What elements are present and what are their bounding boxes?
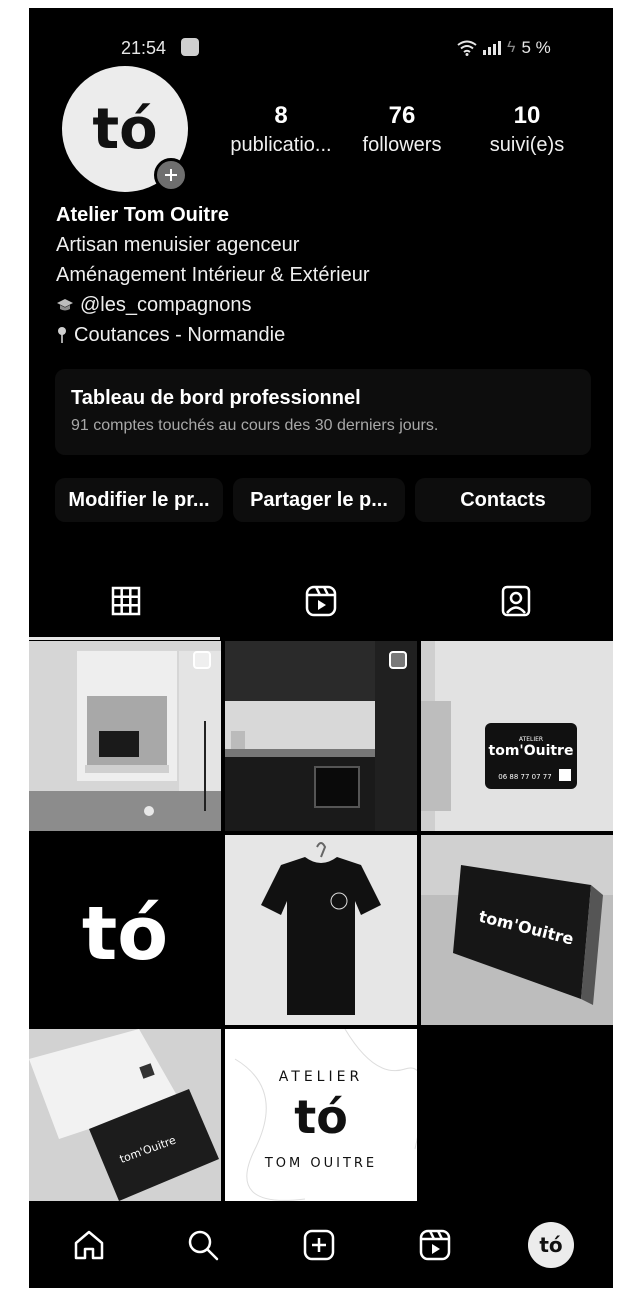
share-profile-button[interactable]: Partager le p...	[233, 478, 405, 522]
home-icon	[74, 1230, 104, 1260]
profile-name: Atelier Tom Ouitre	[56, 204, 229, 226]
multi-post-icon	[389, 651, 407, 669]
reels-icon	[305, 585, 337, 617]
graduation-cap-icon	[57, 299, 73, 311]
stat-following[interactable]: 10 suivi(e)s	[482, 101, 572, 159]
nav-profile[interactable]: tó	[527, 1221, 575, 1269]
stat-followers-count: 76	[388, 102, 416, 129]
search-icon	[188, 1230, 219, 1261]
stamp-logo-image: tó ATELIER TOM OUITRE	[225, 1029, 417, 1201]
profile-avatar-small: tó	[528, 1222, 574, 1268]
svg-text:tó: tó	[82, 891, 168, 977]
nav-search[interactable]	[179, 1221, 227, 1269]
active-tab-indicator	[29, 637, 220, 640]
bio-line-3: @les_compagnons	[56, 290, 596, 320]
charging-icon: ϟ	[507, 39, 516, 56]
contacts-button[interactable]: Contacts	[415, 478, 591, 522]
tshirt-image	[225, 835, 417, 1025]
add-story-icon[interactable]	[154, 158, 188, 192]
stat-posts-count: 8	[274, 102, 288, 129]
post-tshirt[interactable]	[225, 835, 417, 1025]
bio-line-1: Artisan menuisier agenceur	[56, 234, 300, 256]
multi-post-icon	[193, 651, 211, 669]
business-cards-image: tom'Ouitre	[29, 1029, 221, 1201]
signal-icon	[483, 41, 501, 55]
posts-grid: ATELIER tom'Ouitre 06 88 77 07 77 tó tom…	[29, 641, 613, 1201]
bottom-navigation: tó	[29, 1201, 613, 1288]
professional-dashboard[interactable]: Tableau de bord professionnel 91 comptes…	[55, 369, 591, 455]
svg-text:TOM OUITRE: TOM OUITRE	[264, 1156, 377, 1171]
profile-tabs	[29, 560, 613, 642]
van-image: ATELIER tom'Ouitre 06 88 77 07 77	[421, 641, 613, 831]
svg-text:tó: tó	[92, 97, 157, 162]
brand-logo: tó	[539, 1233, 562, 1257]
dashboard-title: Tableau de bord professionnel	[71, 387, 361, 409]
svg-text:06 88 77 07 77: 06 88 77 07 77	[498, 773, 551, 781]
tab-posts-grid[interactable]	[29, 560, 223, 642]
battery-level: 5 %	[521, 38, 551, 57]
notification-icon	[181, 38, 199, 56]
living-room-image	[29, 641, 221, 831]
svg-text:tó: tó	[294, 1090, 348, 1144]
svg-text:tom'Ouitre: tom'Ouitre	[489, 743, 574, 759]
reels-icon	[419, 1229, 451, 1261]
bio-line-4: Coutances - Normandie	[56, 320, 596, 350]
dashboard-subtitle: 91 comptes touchés au cours des 30 derni…	[71, 417, 439, 434]
status-time: 21:54	[121, 38, 167, 58]
wall-sign-image: tom'Ouitre	[421, 835, 613, 1025]
instagram-profile-screen: 21:54 ϟ 5 % tó 8 publicatio... 76 follow…	[29, 8, 613, 1288]
post-business-cards[interactable]: tom'Ouitre	[29, 1029, 221, 1219]
post-van[interactable]: ATELIER tom'Ouitre 06 88 77 07 77	[421, 641, 613, 831]
nav-home[interactable]	[65, 1221, 113, 1269]
tab-reels[interactable]	[224, 560, 418, 642]
location-pin-icon	[58, 327, 66, 343]
svg-text:tó: tó	[539, 1233, 562, 1257]
grid-icon	[111, 586, 141, 616]
tagged-icon	[501, 585, 531, 617]
post-stamp-logo[interactable]: tó ATELIER TOM OUITRE	[225, 1029, 417, 1219]
edit-profile-button[interactable]: Modifier le pr...	[55, 478, 223, 522]
bio-line-2: Aménagement Intérieur & Extérieur	[56, 264, 370, 286]
logo-image: tó	[29, 835, 221, 1025]
stat-posts-label: publicatio...	[230, 134, 332, 156]
stat-followers[interactable]: 76 followers	[352, 101, 452, 159]
svg-text:ATELIER: ATELIER	[519, 736, 543, 743]
post-logo[interactable]: tó	[29, 835, 221, 1025]
stat-following-label: suivi(e)s	[489, 134, 565, 156]
bio-mention[interactable]: @les_compagnons	[80, 290, 252, 320]
profile-bio: Atelier Tom Ouitre Artisan menuisier age…	[56, 200, 596, 350]
nav-reels[interactable]	[411, 1221, 459, 1269]
svg-text:ATELIER: ATELIER	[279, 1069, 363, 1085]
post-kitchen[interactable]	[225, 641, 417, 831]
stat-following-count: 10	[513, 102, 541, 129]
status-bar: 21:54 ϟ 5 %	[29, 8, 613, 68]
status-indicators: ϟ 5 %	[457, 38, 551, 58]
bio-location: Coutances - Normandie	[74, 324, 286, 346]
wifi-icon	[457, 40, 477, 56]
stat-posts[interactable]: 8 publicatio...	[222, 101, 340, 159]
kitchen-image	[225, 641, 417, 831]
nav-create[interactable]	[295, 1221, 343, 1269]
tab-tagged[interactable]	[419, 560, 613, 642]
post-living-room[interactable]	[29, 641, 221, 831]
stat-followers-label: followers	[362, 134, 442, 156]
post-wall-sign[interactable]: tom'Ouitre	[421, 835, 613, 1025]
create-icon	[303, 1229, 335, 1261]
